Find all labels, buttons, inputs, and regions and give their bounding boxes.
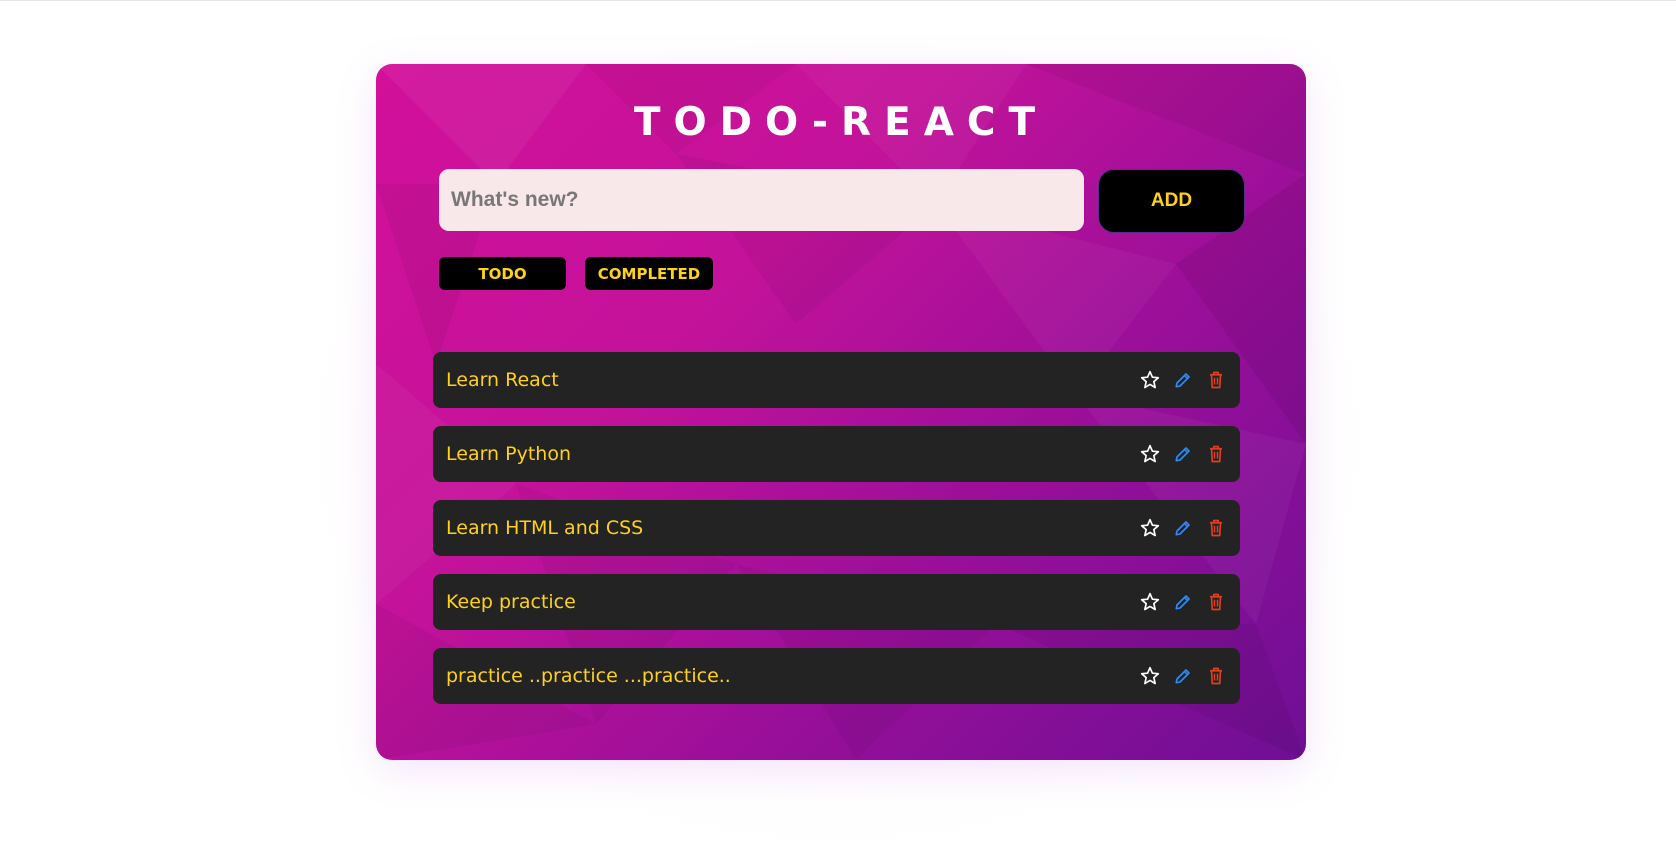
add-button[interactable]: ADD — [1098, 169, 1245, 233]
todo-item-text: practice ..practice ...practice.. — [446, 665, 731, 687]
star-icon[interactable] — [1140, 592, 1160, 612]
star-icon[interactable] — [1140, 370, 1160, 390]
filter-todo-button[interactable]: TODO — [439, 257, 566, 290]
new-todo-input[interactable] — [439, 169, 1084, 231]
star-icon[interactable] — [1140, 518, 1160, 538]
todo-item-text: Keep practice — [446, 591, 576, 613]
pencil-icon[interactable] — [1173, 444, 1193, 464]
todo-item-text: Learn HTML and CSS — [446, 517, 644, 539]
todo-item: Keep practice — [433, 574, 1240, 630]
trash-icon[interactable] — [1206, 518, 1226, 538]
star-icon[interactable] — [1140, 666, 1160, 686]
top-border — [0, 0, 1676, 1]
pencil-icon[interactable] — [1173, 592, 1193, 612]
todo-item: Learn React — [433, 352, 1240, 408]
todo-item: practice ..practice ...practice.. — [433, 648, 1240, 704]
trash-icon[interactable] — [1206, 370, 1226, 390]
todo-item-text: Learn Python — [446, 443, 572, 465]
trash-icon[interactable] — [1206, 666, 1226, 686]
pencil-icon[interactable] — [1173, 370, 1193, 390]
todo-item-actions — [1140, 574, 1226, 630]
todo-item-actions — [1140, 648, 1226, 704]
pencil-icon[interactable] — [1173, 518, 1193, 538]
todo-item-text: Learn React — [446, 369, 559, 391]
star-icon[interactable] — [1140, 444, 1160, 464]
trash-icon[interactable] — [1206, 592, 1226, 612]
app-title: TODO-REACT — [633, 100, 1049, 145]
trash-icon[interactable] — [1206, 444, 1226, 464]
todo-item-actions — [1140, 352, 1226, 408]
filter-completed-button[interactable]: COMPLETED — [585, 257, 713, 290]
todo-item-actions — [1140, 500, 1226, 556]
todo-item-actions — [1140, 426, 1226, 482]
todo-card: TODO-REACT ADD TODO COMPLETED Learn Reac… — [376, 64, 1306, 760]
pencil-icon[interactable] — [1173, 666, 1193, 686]
todo-item: Learn HTML and CSS — [433, 500, 1240, 556]
todo-item: Learn Python — [433, 426, 1240, 482]
